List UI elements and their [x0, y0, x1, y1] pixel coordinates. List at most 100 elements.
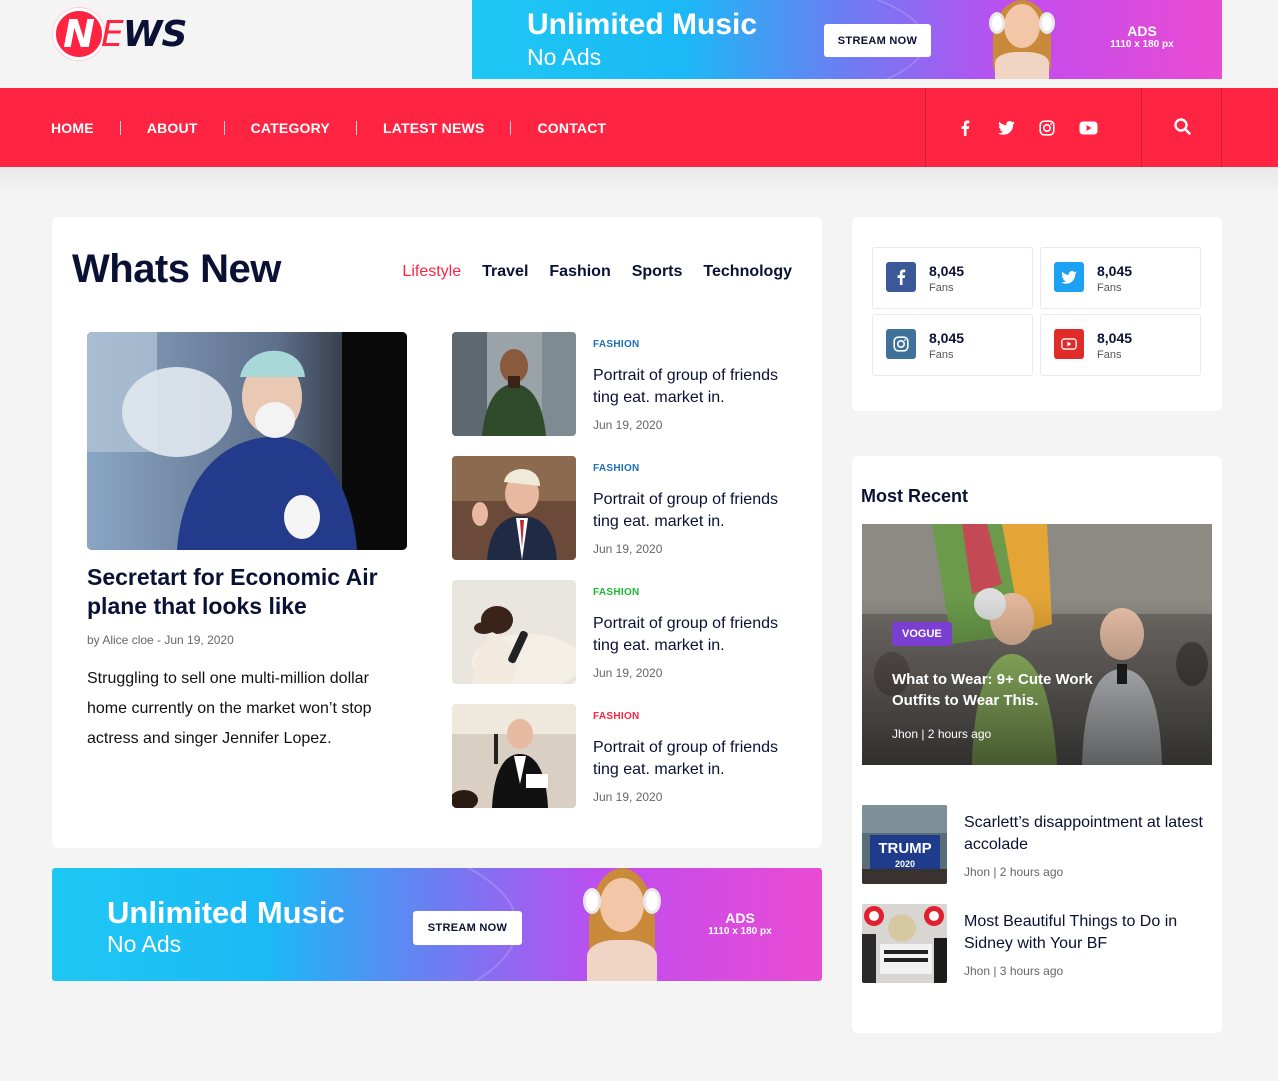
ad-subtitle: No Ads [107, 931, 182, 957]
social-fans-widget: 8,045 Fans 8,045 Fans 8,045 Fans 8,045 F… [852, 217, 1222, 411]
fans-twitter[interactable]: 8,045 Fans [1040, 247, 1201, 309]
ad-title: Unlimited Music [527, 8, 758, 41]
tab-technology[interactable]: Technology [703, 263, 792, 281]
article-list: FASHION Portrait of group of friends tin… [452, 332, 802, 828]
article-date: Jun 19, 2020 [593, 418, 663, 432]
list-item[interactable]: FASHION Portrait of group of friends tin… [452, 580, 802, 704]
thumb-sign-text: TRUMP [878, 840, 931, 857]
article-date: Jun 19, 2020 [593, 666, 663, 680]
list-item[interactable]: FASHION Portrait of group of friends tin… [452, 332, 802, 456]
whats-new-section: Whats New Lifestyle Travel Fashion Sport… [52, 217, 822, 848]
nav-item-contact[interactable]: CONTACT [510, 120, 632, 135]
category-badge[interactable]: VOGUE [892, 622, 952, 646]
main-navbar: HOME ABOUT CATEGORY LATEST NEWS CONTACT [0, 88, 1278, 167]
nav-divider [925, 88, 926, 167]
list-item[interactable]: FASHION Portrait of group of friends tin… [452, 704, 802, 828]
article-title[interactable]: Scarlett’s disappointment at latest acco… [964, 812, 1210, 856]
section-title: Whats New [72, 247, 281, 291]
twitter-icon[interactable] [996, 118, 1016, 138]
category-tabs: Lifestyle Travel Fashion Sports Technolo… [402, 263, 792, 281]
fans-instagram[interactable]: 8,045 Fans [872, 314, 1033, 376]
feature-article-description: Struggling to sell one multi-million dol… [87, 670, 372, 747]
instagram-icon[interactable] [1037, 118, 1057, 138]
recent-hero-article[interactable]: VOGUE What to Wear: 9+ Cute Work Outfits… [862, 524, 1212, 765]
nav-item-latest-news[interactable]: LATEST NEWS [355, 120, 511, 135]
logo-letter-n: N [63, 12, 95, 56]
fans-facebook[interactable]: 8,045 Fans [872, 247, 1033, 309]
list-item[interactable]: Most Beautiful Things to Do in Sidney wi… [862, 904, 1212, 984]
twitter-icon [1054, 262, 1084, 292]
ad-subtitle: No Ads [527, 44, 602, 70]
stream-now-button[interactable]: STREAM NOW [824, 24, 931, 57]
most-recent-widget: Most Recent VOGUE What to Wear: 9+ Cute … [852, 456, 1222, 1033]
fan-label: Fans [929, 349, 954, 361]
top-banner-ad[interactable]: Unlimited Music No Ads STREAM NOW ADS 111… [472, 0, 1222, 79]
fan-count: 8,045 [1097, 330, 1133, 346]
list-item[interactable]: FASHION Portrait of group of friends tin… [452, 456, 802, 580]
ad-title: Unlimited Music [107, 895, 345, 930]
nav-item-category[interactable]: CATEGORY [223, 120, 356, 135]
article-date: Jun 19, 2020 [593, 790, 663, 804]
list-item[interactable]: TRUMP 2020 Scarlett’s disappointment at l… [862, 805, 1212, 885]
facebook-icon[interactable] [955, 118, 975, 138]
article-category[interactable]: FASHION [593, 711, 640, 722]
feature-article-meta: by Alice cloe - Jun 19, 2020 [87, 633, 234, 647]
article-thumbnail[interactable] [452, 332, 576, 436]
ad-size-text: 1110 x 180 px [708, 926, 772, 938]
article-thumbnail[interactable] [452, 456, 576, 560]
article-meta: Jhon | 3 hours ago [964, 964, 1064, 978]
article-title[interactable]: Portrait of group of friends ting eat. m… [593, 737, 803, 781]
fan-count: 8,045 [929, 330, 965, 346]
article-title[interactable]: Portrait of group of friends ting eat. m… [593, 365, 803, 409]
article-title[interactable]: Most Beautiful Things to Do in Sidney wi… [964, 911, 1210, 955]
youtube-icon[interactable] [1078, 118, 1098, 138]
fans-youtube[interactable]: 8,045 Fans [1040, 314, 1201, 376]
feature-article-title[interactable]: Secretart for Economic Air plane that lo… [87, 563, 407, 621]
fan-label: Fans [1097, 282, 1122, 294]
tab-lifestyle[interactable]: Lifestyle [402, 263, 461, 281]
ad-size-label: ADS 1110 x 180 px [700, 910, 780, 938]
widget-title: Most Recent [861, 486, 969, 506]
logo-letters-ws: WS [122, 13, 188, 55]
social-links [955, 88, 1098, 167]
site-header: N E WS Unlimited Music No Ads STREAM NOW … [0, 0, 1278, 88]
nav-item-home[interactable]: HOME [51, 121, 120, 135]
ad-label-text: ADS [725, 910, 755, 926]
site-logo[interactable]: N E WS [53, 8, 188, 60]
logo-badge: N [53, 8, 105, 60]
article-thumbnail[interactable]: TRUMP 2020 [862, 805, 947, 884]
fan-label: Fans [1097, 349, 1122, 361]
article-category[interactable]: FASHION [593, 587, 640, 598]
feature-article-image[interactable] [87, 332, 407, 550]
logo-text: E WS [101, 13, 188, 55]
fan-count: 8,045 [1097, 263, 1133, 279]
stream-now-button[interactable]: STREAM NOW [413, 911, 522, 945]
article-category[interactable]: FASHION [593, 339, 640, 350]
article-date: Jun 19, 2020 [593, 542, 663, 556]
search-icon[interactable] [1172, 116, 1194, 138]
youtube-icon [1054, 329, 1084, 359]
ad-model-image [567, 868, 677, 981]
ad-size-label: ADS 1110 x 180 px [1104, 23, 1180, 51]
article-title[interactable]: Portrait of group of friends ting eat. m… [593, 489, 803, 533]
nav-shadow [0, 167, 1278, 197]
ad-label-text: ADS [1127, 23, 1157, 39]
article-category[interactable]: FASHION [593, 463, 640, 474]
tab-fashion[interactable]: Fashion [549, 263, 610, 281]
article-thumbnail[interactable] [862, 904, 947, 983]
fan-label: Fans [929, 282, 954, 294]
article-title[interactable]: Portrait of group of friends ting eat. m… [593, 613, 803, 657]
bottom-banner-ad[interactable]: Unlimited Music No Ads STREAM NOW ADS 111… [52, 868, 822, 981]
nav-divider [1221, 88, 1222, 167]
hero-article-meta: Jhon | 2 hours ago [892, 727, 992, 741]
ad-size-text: 1110 x 180 px [1110, 39, 1174, 51]
instagram-icon [886, 329, 916, 359]
facebook-icon [886, 262, 916, 292]
tab-travel[interactable]: Travel [482, 263, 528, 281]
article-thumbnail[interactable] [452, 580, 576, 684]
hero-article-title[interactable]: What to Wear: 9+ Cute Work Outfits to We… [892, 669, 1112, 711]
ad-model-image [977, 0, 1067, 79]
nav-item-about[interactable]: ABOUT [119, 120, 224, 135]
article-thumbnail[interactable] [452, 704, 576, 808]
tab-sports[interactable]: Sports [632, 263, 683, 281]
